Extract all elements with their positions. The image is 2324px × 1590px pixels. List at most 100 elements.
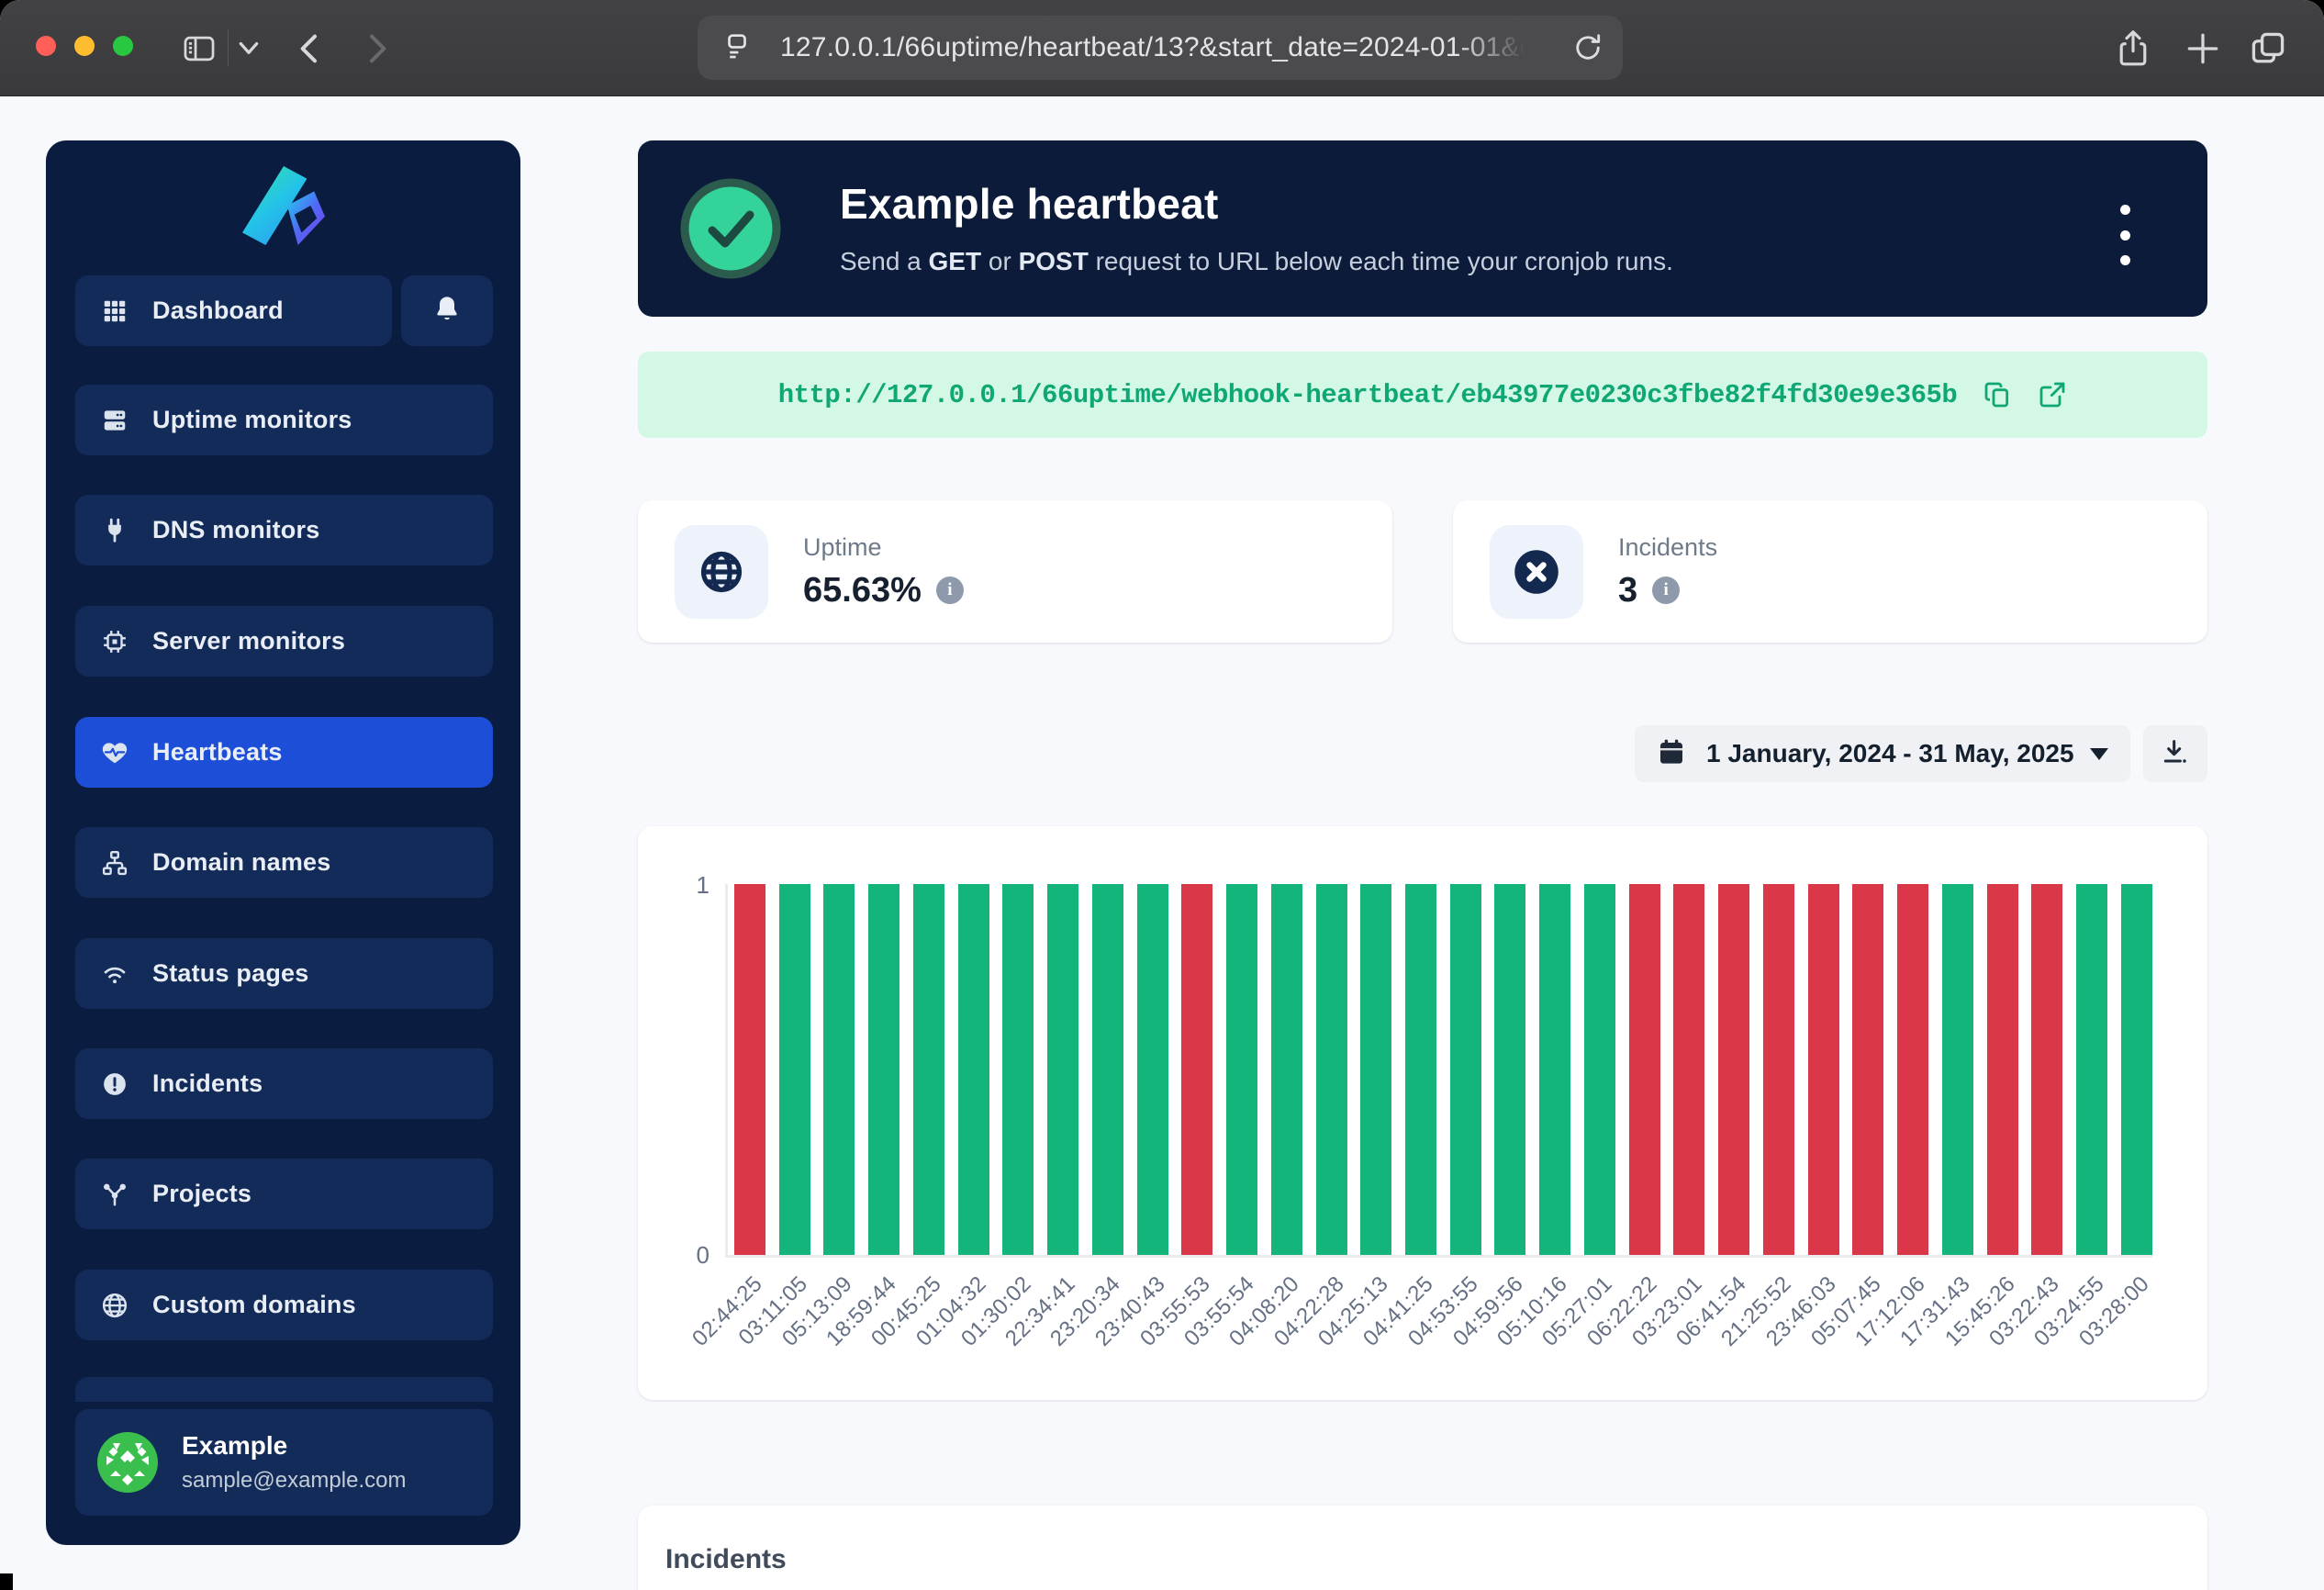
- sidebar-item-custom-domains[interactable]: Custom domains: [75, 1270, 493, 1340]
- chart-bar[interactable]: [1852, 884, 1883, 1255]
- chart-bar[interactable]: [1271, 884, 1302, 1255]
- sidebar-item-domain-names[interactable]: Domain names: [75, 827, 493, 898]
- chart-bar[interactable]: [1360, 884, 1391, 1255]
- chart-bar[interactable]: [1539, 884, 1570, 1255]
- new-tab-button[interactable]: [2183, 27, 2223, 71]
- info-icon[interactable]: [936, 577, 964, 604]
- sidebar-item-label: Incidents: [152, 1069, 263, 1098]
- plug-icon: [99, 515, 130, 546]
- heart-pulse-icon: [99, 737, 130, 768]
- sidebar-item-label: Custom domains: [152, 1291, 356, 1319]
- sidebar-item-projects[interactable]: Projects: [75, 1159, 493, 1229]
- chart-bar[interactable]: [958, 884, 989, 1255]
- chart-bar-slot: 01:30:02: [1002, 884, 1034, 1255]
- stat-value: 3: [1618, 571, 1637, 610]
- chart-bar-slot: 04:22:28: [1316, 884, 1347, 1255]
- back-button[interactable]: [292, 28, 329, 69]
- chart-bar-slot: 22:34:41: [1047, 884, 1078, 1255]
- sidebar-item-clipped[interactable]: [75, 1377, 493, 1402]
- address-bar[interactable]: 127.0.0.1/66uptime/heartbeat/13?&start_d…: [698, 16, 1623, 80]
- sidebar-item-uptime-monitors[interactable]: Uptime monitors: [75, 385, 493, 455]
- incidents-stat-card: Incidents 3: [1453, 500, 2207, 643]
- chart-bar[interactable]: [1405, 884, 1436, 1255]
- chart-bar[interactable]: [1718, 884, 1749, 1255]
- sidebar-item-label: Status pages: [152, 959, 308, 988]
- sidebar-toggle-button[interactable]: [182, 31, 217, 66]
- chart-bar-slot: 04:41:25: [1405, 884, 1436, 1255]
- minimize-window-button[interactable]: [74, 36, 95, 56]
- download-button[interactable]: [2143, 725, 2207, 782]
- notifications-button[interactable]: [401, 275, 493, 346]
- avatar: [97, 1432, 158, 1493]
- server-stack-icon: [99, 405, 130, 436]
- chart-bar[interactable]: [734, 884, 765, 1255]
- chart-bar[interactable]: [1092, 884, 1123, 1255]
- flow-nodes-icon: [99, 1179, 130, 1210]
- sidebar-item-status-pages[interactable]: Status pages: [75, 938, 493, 1009]
- chart-bar[interactable]: [1808, 884, 1839, 1255]
- bell-icon: [432, 294, 462, 328]
- chevron-down-icon[interactable]: [237, 40, 261, 57]
- chart-bar[interactable]: [1584, 884, 1615, 1255]
- chart-bar[interactable]: [868, 884, 899, 1255]
- zoom-window-button[interactable]: [113, 36, 133, 56]
- chart-bar[interactable]: [823, 884, 855, 1255]
- chart-bar[interactable]: [1316, 884, 1347, 1255]
- chart-bar[interactable]: [1181, 884, 1212, 1255]
- sidebar-item-dashboard[interactable]: Dashboard: [75, 275, 392, 346]
- chart-bar-slot: 02:44:25: [734, 884, 765, 1255]
- chart-bar-slot: 01:04:32: [958, 884, 989, 1255]
- close-window-button[interactable]: [36, 36, 56, 56]
- chart-bar[interactable]: [1002, 884, 1034, 1255]
- chart-bar-slot: 04:08:20: [1271, 884, 1302, 1255]
- chart-bar-slot: 06:41:54: [1718, 884, 1749, 1255]
- chart-bar[interactable]: [1629, 884, 1660, 1255]
- external-link-button[interactable]: [2038, 380, 2067, 409]
- forward-button[interactable]: [358, 28, 395, 69]
- sidebar-item-heartbeats[interactable]: Heartbeats: [75, 717, 493, 788]
- sidebar-item-label: Projects: [152, 1180, 251, 1208]
- sidebar-item-dns-monitors[interactable]: DNS monitors: [75, 495, 493, 565]
- address-text: 127.0.0.1/66uptime/heartbeat/13?&start_d…: [780, 32, 1533, 63]
- reload-button[interactable]: [1571, 31, 1604, 69]
- chart-bar[interactable]: [913, 884, 944, 1255]
- chart-bar[interactable]: [1942, 884, 1973, 1255]
- chart-bar-slot: 03:23:01: [1673, 884, 1704, 1255]
- chart-bar[interactable]: [2031, 884, 2062, 1255]
- sidebar-user-card[interactable]: Example sample@example.com: [75, 1409, 493, 1516]
- page-settings-icon[interactable]: [721, 30, 753, 66]
- chart-bar-slot: 04:59:56: [1494, 884, 1525, 1255]
- toolbar-divider: [228, 29, 229, 66]
- copy-button[interactable]: [1983, 380, 2012, 409]
- chart-bar[interactable]: [1494, 884, 1525, 1255]
- sidebar-item-incidents[interactable]: Incidents: [75, 1048, 493, 1119]
- chart-bar[interactable]: [1987, 884, 2018, 1255]
- chart-bar-slot: 23:46:03: [1808, 884, 1839, 1255]
- chart-bar[interactable]: [1450, 884, 1481, 1255]
- chart-bar[interactable]: [1226, 884, 1257, 1255]
- tab-overview-button[interactable]: [2248, 27, 2288, 71]
- chart-bar[interactable]: [779, 884, 810, 1255]
- chart-bar[interactable]: [2076, 884, 2107, 1255]
- chart-bar[interactable]: [2121, 884, 2152, 1255]
- date-range-picker[interactable]: 1 January, 2024 - 31 May, 2025: [1635, 725, 2130, 782]
- globe-icon: [675, 525, 768, 619]
- chart-bar[interactable]: [1137, 884, 1168, 1255]
- chart-bar[interactable]: [1763, 884, 1794, 1255]
- incidents-section-title: Incidents: [665, 1544, 2180, 1575]
- chart-bar-slot: 23:20:34: [1092, 884, 1123, 1255]
- chart-bar-slot: 17:12:06: [1897, 884, 1928, 1255]
- chart-bar-slot: 04:25:13: [1360, 884, 1391, 1255]
- chart-bar[interactable]: [1897, 884, 1928, 1255]
- kebab-menu-button[interactable]: [2106, 205, 2143, 265]
- user-name: Example: [182, 1431, 406, 1461]
- chart-bar-slot: 03:28:00: [2121, 884, 2152, 1255]
- share-button[interactable]: [2114, 27, 2152, 71]
- webhook-url[interactable]: http://127.0.0.1/66uptime/webhook-heartb…: [778, 380, 1958, 410]
- chart-bar[interactable]: [1673, 884, 1704, 1255]
- info-icon[interactable]: [1652, 577, 1680, 604]
- chart-bar[interactable]: [1047, 884, 1078, 1255]
- page-title: Example heartbeat: [840, 179, 1218, 229]
- sidebar-item-server-monitors[interactable]: Server monitors: [75, 606, 493, 677]
- chart-bar-slot: 00:45:25: [913, 884, 944, 1255]
